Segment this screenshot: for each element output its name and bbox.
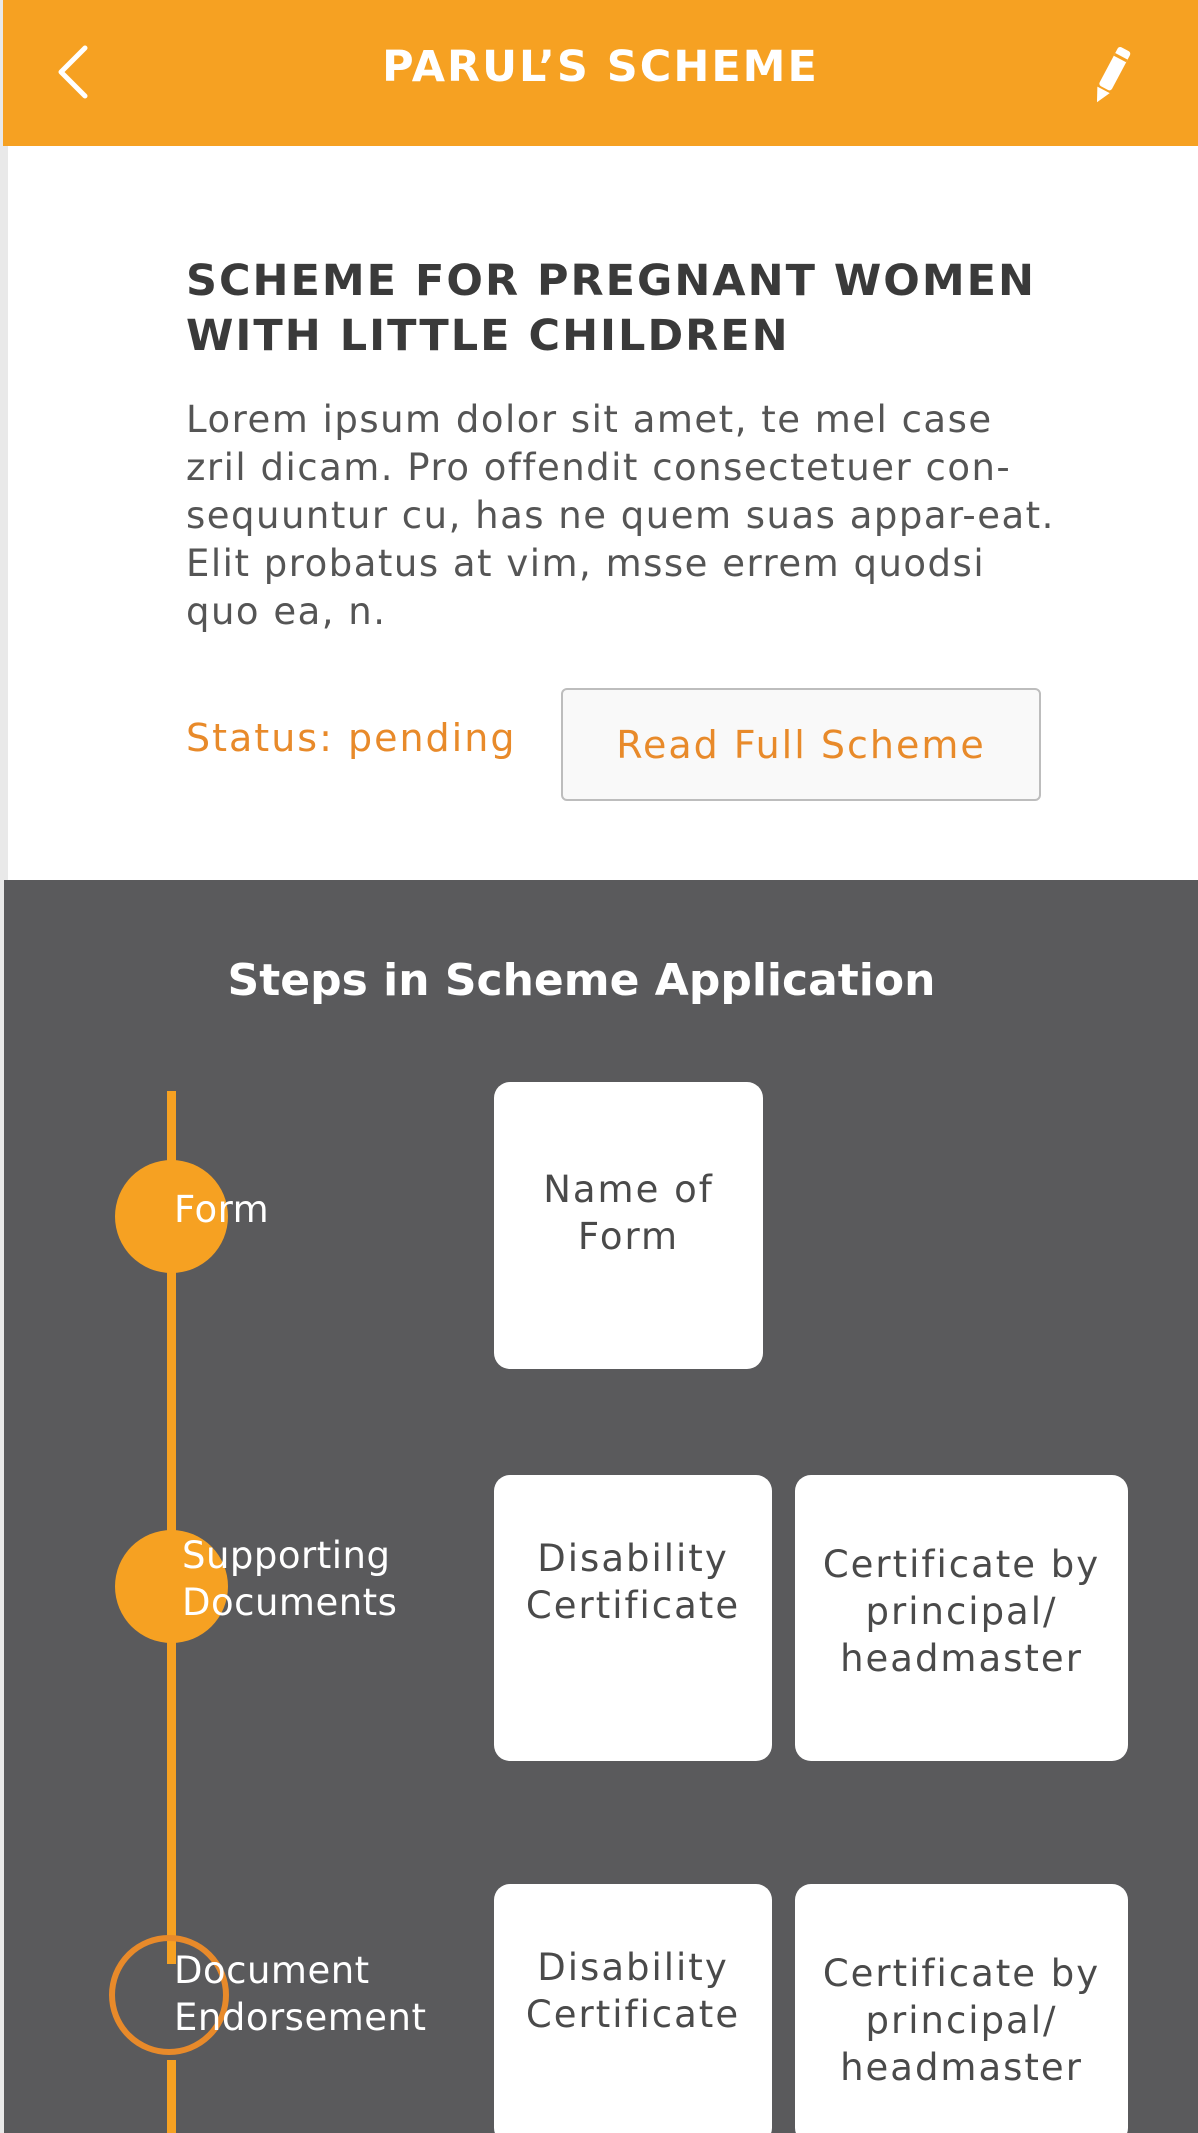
step-label-supporting-documents: Supporting Documents [182, 1534, 398, 1624]
card-label: Name of Form [543, 1168, 714, 1258]
card-label: Certificate by principal/ headmaster [822, 1952, 1101, 2089]
document-card[interactable]: Certificate by principal/ headmaster [795, 1884, 1128, 2133]
timeline-line [167, 2060, 176, 2133]
document-card[interactable]: Disability Certificate [494, 1475, 772, 1761]
pencil-icon [1096, 47, 1131, 103]
step-label-form: Form [174, 1188, 270, 1231]
card-label: Disability Certificate [525, 1537, 741, 1627]
scheme-title: SCHEME FOR PREGNANT WOMEN WITH LITTLE CH… [186, 256, 1037, 361]
status-label: Status: pending [186, 716, 517, 760]
card-label: Certificate by principal/ headmaster [822, 1543, 1101, 1680]
steps-section: Steps in Scheme Application Form Name of… [4, 880, 1198, 2133]
scheme-info-section: SCHEME FOR PREGNANT WOMEN WITH LITTLE CH… [8, 146, 1198, 880]
document-card[interactable]: Disability Certificate [494, 1884, 772, 2133]
app-header: PARUL’S SCHEME [3, 0, 1198, 146]
scheme-description: Lorem ipsum dolor sit amet, te mel case … [186, 398, 1055, 633]
read-full-scheme-button[interactable]: Read Full Scheme [561, 688, 1041, 801]
page-title: PARUL’S SCHEME [382, 42, 819, 92]
steps-heading: Steps in Scheme Application [227, 955, 936, 1006]
step-label-document-endorsement: Document Endorsement [174, 1949, 427, 2039]
edit-button[interactable] [1084, 40, 1140, 108]
card-label: Disability Certificate [525, 1946, 741, 2036]
document-card[interactable]: Certificate by principal/ headmaster [795, 1475, 1128, 1761]
form-card[interactable]: Name of Form [494, 1082, 763, 1369]
